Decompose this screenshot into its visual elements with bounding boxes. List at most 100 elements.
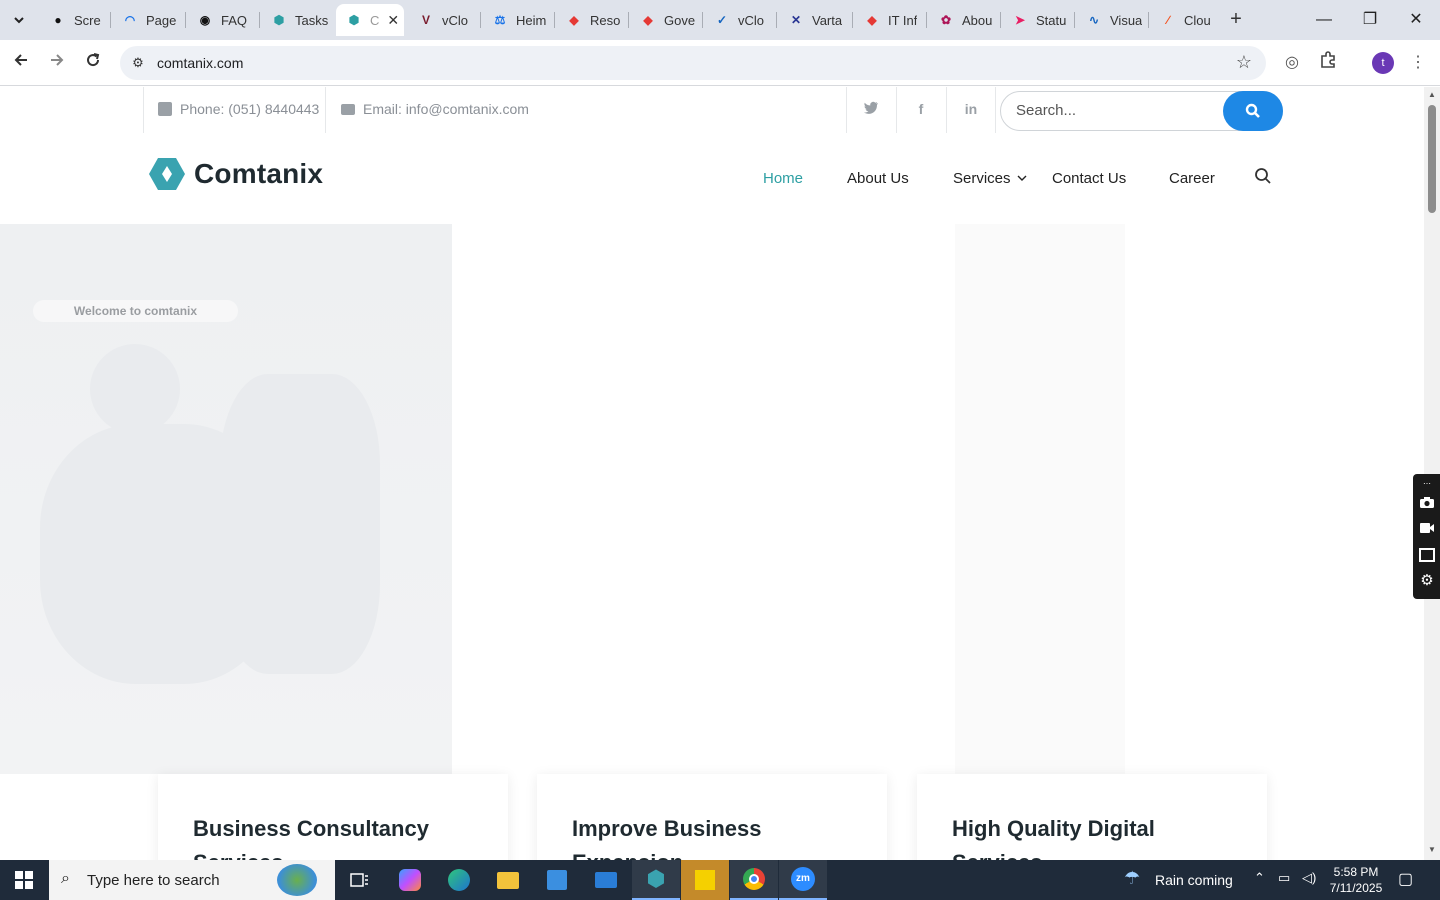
extensions-icon[interactable] bbox=[1316, 51, 1340, 75]
close-tab-icon[interactable]: ✕ bbox=[387, 12, 399, 29]
tab-tasks[interactable]: ⬢ Tasks bbox=[261, 4, 331, 36]
service-card[interactable]: High Quality Digital Services bbox=[917, 774, 1267, 860]
settings-gear-icon[interactable]: ⚙ bbox=[1419, 573, 1435, 588]
video-camera-icon[interactable] bbox=[1419, 522, 1435, 536]
divider bbox=[143, 87, 144, 133]
chrome-menu-icon[interactable]: ⋮ bbox=[1406, 51, 1430, 75]
nav-home[interactable]: Home bbox=[763, 170, 803, 187]
close-window-button[interactable]: ✕ bbox=[1404, 8, 1428, 32]
divider bbox=[946, 87, 947, 133]
email-text[interactable]: Email: info@comtanix.com bbox=[363, 101, 529, 117]
phone-icon bbox=[158, 102, 172, 116]
restore-button[interactable]: ❐ bbox=[1358, 8, 1382, 32]
tab-vcloud[interactable]: V vClo bbox=[408, 4, 478, 36]
tab-it-inf[interactable]: ◆ IT Inf bbox=[854, 4, 924, 36]
tab-status[interactable]: ➤ Statu bbox=[1002, 4, 1072, 36]
tab-visual[interactable]: ∿ Visua bbox=[1076, 4, 1146, 36]
tab-cloud[interactable]: ∕ Clou bbox=[1150, 4, 1220, 36]
x-icon: ✕ bbox=[790, 13, 802, 27]
tab-separator bbox=[776, 12, 777, 28]
hero-section: Welcome to comtanix bbox=[0, 224, 1424, 860]
linkedin-icon[interactable]: in bbox=[961, 101, 981, 117]
notification-icon[interactable]: ▢ bbox=[1398, 869, 1413, 889]
sticky-notes-app[interactable] bbox=[681, 860, 729, 900]
scroll-down-arrow-icon[interactable]: ▼ bbox=[1428, 845, 1436, 854]
back-button[interactable] bbox=[8, 50, 34, 76]
chrome-app[interactable] bbox=[730, 860, 778, 900]
taskbar-search[interactable]: ⌕ Type here to search bbox=[49, 860, 335, 900]
diamond-icon: ◆ bbox=[643, 13, 653, 27]
site-logo[interactable]: Comtanix bbox=[148, 157, 323, 191]
scroll-thumb[interactable] bbox=[1428, 105, 1436, 213]
tab-vcloud-2[interactable]: ✓ vClo bbox=[704, 4, 774, 36]
clock[interactable]: 5:58 PM 7/11/2025 bbox=[1326, 864, 1386, 896]
service-card[interactable]: Improve Business Expansion bbox=[537, 774, 887, 860]
volume-icon[interactable]: ◁) bbox=[1302, 870, 1316, 886]
card-title: Business Consultancy Services bbox=[193, 816, 429, 860]
tab-separator bbox=[852, 12, 853, 28]
copilot-icon bbox=[399, 869, 421, 891]
facebook-icon[interactable]: f bbox=[911, 101, 931, 117]
profile-avatar[interactable]: t bbox=[1372, 52, 1394, 74]
comtanix-app-icon: ⬢ bbox=[646, 866, 666, 891]
tab-search-button[interactable] bbox=[6, 7, 32, 33]
tab-varta[interactable]: ✕ Varta bbox=[778, 4, 850, 36]
start-button[interactable] bbox=[0, 860, 48, 900]
pin-icon[interactable]: ⋯ bbox=[1419, 477, 1435, 491]
file-explorer-app[interactable] bbox=[484, 860, 532, 900]
nav-search-button[interactable] bbox=[1254, 167, 1274, 187]
camera-icon[interactable] bbox=[1419, 496, 1435, 510]
zoom-app[interactable]: zm bbox=[779, 860, 827, 900]
translate-icon[interactable]: ◎ bbox=[1280, 51, 1304, 75]
copilot-app[interactable] bbox=[386, 860, 434, 900]
new-tab-button[interactable]: + bbox=[1224, 8, 1248, 32]
search-submit-button[interactable] bbox=[1223, 91, 1283, 131]
reload-button[interactable] bbox=[80, 50, 106, 76]
tab-label: FAQ bbox=[221, 12, 248, 28]
network-icon[interactable]: ▭ bbox=[1278, 870, 1290, 886]
site-settings-icon[interactable]: ⚙ bbox=[128, 53, 148, 73]
tab-comtanix-active[interactable]: ⬢ C ✕ bbox=[336, 4, 404, 36]
nav-about-us[interactable]: About Us bbox=[847, 170, 909, 187]
hero-image: Welcome to comtanix bbox=[0, 224, 452, 774]
tab-about[interactable]: ✿ Abou bbox=[928, 4, 998, 36]
window-icon[interactable] bbox=[1419, 548, 1435, 562]
tab-label: Varta bbox=[812, 12, 843, 28]
clock-time: 5:58 PM bbox=[1333, 865, 1379, 879]
scroll-up-arrow-icon[interactable]: ▲ bbox=[1428, 90, 1436, 99]
clock-date: 7/11/2025 bbox=[1329, 881, 1383, 895]
tray-overflow-icon[interactable]: ⌃ bbox=[1254, 870, 1265, 886]
umbrella-icon: ☂ bbox=[1124, 868, 1141, 888]
nav-career[interactable]: Career bbox=[1169, 170, 1215, 187]
comtanix-app[interactable]: ⬢ bbox=[632, 860, 680, 900]
diamond-icon: ◆ bbox=[867, 13, 877, 27]
tab-gove[interactable]: ◆ Gove bbox=[630, 4, 700, 36]
forward-button[interactable] bbox=[44, 50, 70, 76]
tab-heim[interactable]: ⚖ Heim bbox=[482, 4, 552, 36]
twitter-icon[interactable] bbox=[861, 101, 881, 117]
url-text[interactable]: comtanix.com bbox=[157, 55, 243, 71]
tab-label: Reso bbox=[590, 12, 621, 28]
nav-contact-us[interactable]: Contact Us bbox=[1052, 170, 1126, 187]
tab-reso[interactable]: ◆ Reso bbox=[556, 4, 626, 36]
edge-app[interactable] bbox=[435, 860, 483, 900]
tab-label: Visua bbox=[1110, 12, 1143, 28]
github-icon: ● bbox=[54, 13, 62, 27]
search-input[interactable] bbox=[1016, 102, 1216, 119]
bookmark-star-icon[interactable]: ☆ bbox=[1236, 52, 1252, 73]
service-card[interactable]: Business Consultancy Services bbox=[158, 774, 508, 860]
mail-app[interactable] bbox=[582, 860, 630, 900]
divider bbox=[325, 87, 326, 133]
tab-separator bbox=[110, 12, 111, 28]
address-bar[interactable]: ⚙ comtanix.com ☆ bbox=[120, 46, 1266, 80]
tab-screen[interactable]: ● Scre bbox=[40, 4, 106, 36]
minimize-button[interactable]: — bbox=[1312, 8, 1336, 32]
nav-services[interactable]: Services bbox=[953, 170, 1027, 187]
slash-icon: ∕ bbox=[1166, 13, 1169, 27]
tab-faq[interactable]: ◉ FAQ bbox=[187, 4, 257, 36]
folder-icon bbox=[497, 871, 519, 889]
chevron-down-icon bbox=[14, 17, 24, 24]
store-app[interactable] bbox=[533, 860, 581, 900]
tab-page[interactable]: ◠ Page bbox=[112, 4, 182, 36]
task-view-button[interactable] bbox=[336, 860, 384, 900]
